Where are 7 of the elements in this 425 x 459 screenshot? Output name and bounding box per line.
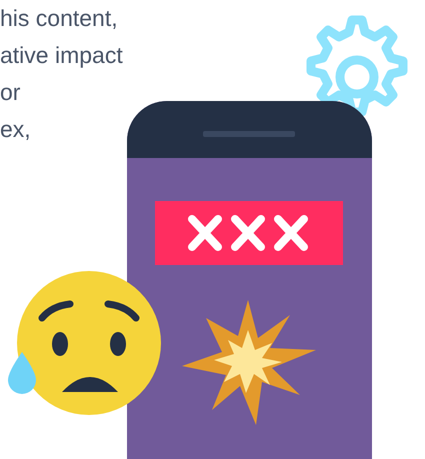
paragraph-line: or [0,78,20,107]
paragraph-line: his content, [0,4,118,33]
paragraph-line: ex, [0,115,31,144]
gear-icon [306,16,408,116]
paragraph-line: ative impact [0,41,123,70]
worried-face-icon [8,271,161,415]
explosion-icon [182,300,316,425]
